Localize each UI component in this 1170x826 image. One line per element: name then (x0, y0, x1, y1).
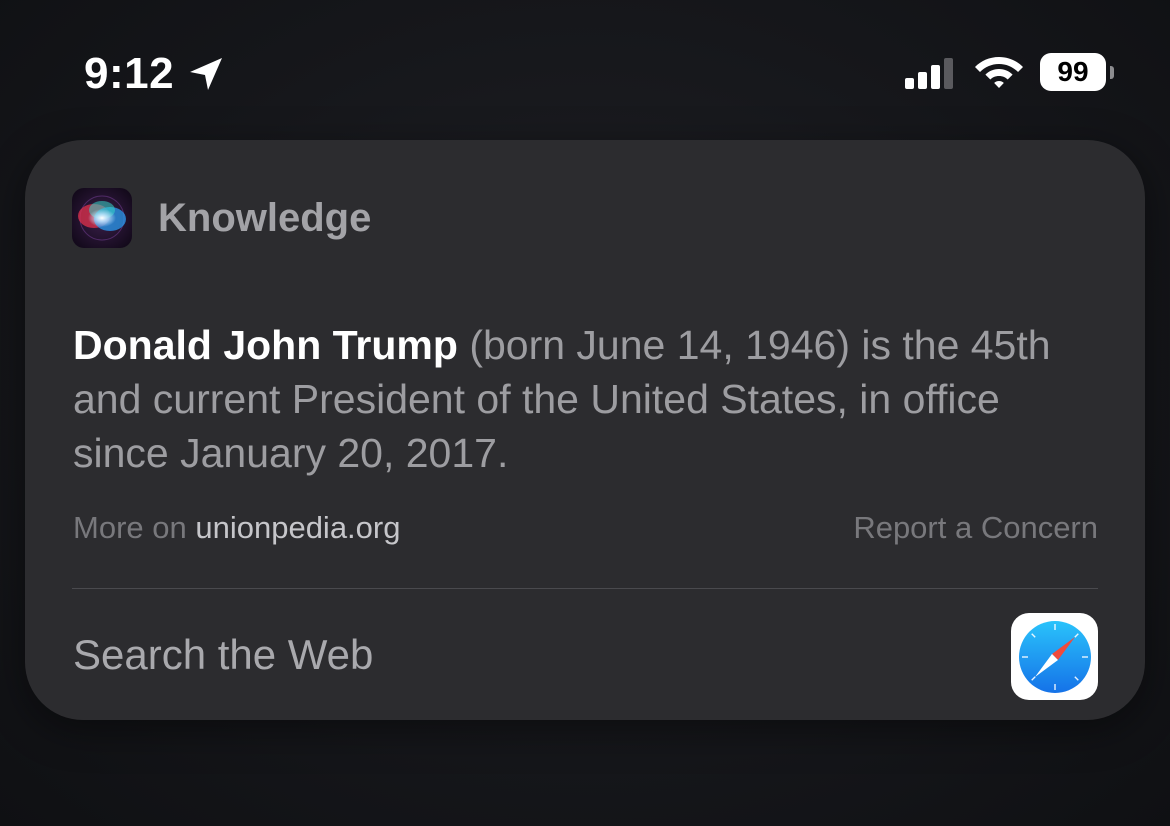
battery-cap (1110, 66, 1114, 79)
source-link[interactable]: unionpedia.org (195, 510, 400, 545)
knowledge-card[interactable]: Knowledge Donald John Trump (born June 1… (25, 140, 1145, 720)
search-the-web-button[interactable]: Search the Web (73, 628, 373, 682)
card-header: Knowledge (72, 188, 371, 248)
status-bar: 9:12 99 (0, 0, 1170, 140)
wifi-icon (974, 54, 1024, 90)
divider (72, 588, 1098, 589)
siri-icon (72, 188, 132, 248)
knowledge-summary: Donald John Trump (born June 14, 1946) i… (73, 318, 1083, 480)
time-group: 9:12 (84, 48, 226, 100)
location-arrow-icon (186, 54, 226, 94)
safari-icon[interactable] (1011, 613, 1098, 700)
battery-body: 99 (1040, 53, 1106, 91)
report-concern-link[interactable]: Report a Concern (853, 508, 1098, 548)
cellular-signal-icon (905, 56, 957, 90)
more-on-label: More on (73, 510, 187, 545)
battery-level: 99 (1057, 56, 1089, 87)
source-row: More on unionpedia.org Report a Concern (73, 508, 1098, 548)
card-title: Knowledge (158, 196, 372, 240)
summary-subject: Donald John Trump (73, 322, 458, 368)
battery-icon: 99 (1040, 53, 1116, 93)
status-time: 9:12 (84, 49, 175, 98)
